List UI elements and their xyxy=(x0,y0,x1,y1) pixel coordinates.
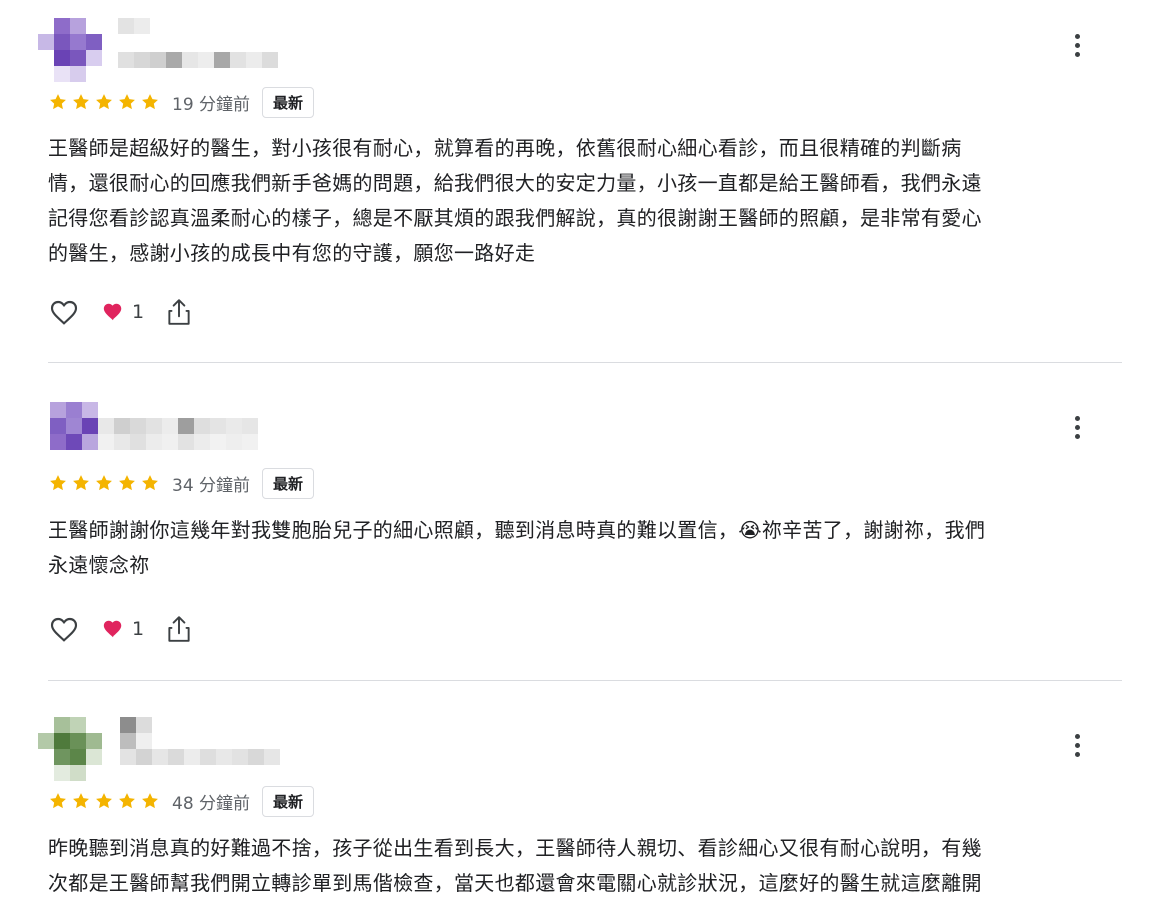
review-time: 48 分鐘前 xyxy=(172,793,251,814)
review-actions: 1 xyxy=(48,612,192,646)
reviewer-name-blurred[interactable] xyxy=(98,418,258,434)
review-text-line: 王醫師謝謝你這幾年對我雙胞胎兒子的細心照顧，聽到消息時真的難以置信，😭祢辛苦了，… xyxy=(48,518,986,542)
review-text-line: 王醫師是超級好的醫生，對小孩很有耐心，就算看的再晚，依舊很耐心細心看診，而且很精… xyxy=(48,136,962,160)
star-rating xyxy=(48,92,160,112)
review-text-line: 昨晚聽到消息真的好難過不捨，孩子從出生看到長大，王醫師待人親切、看診細心又很有耐… xyxy=(48,836,982,860)
newest-badge: 最新 xyxy=(262,86,315,118)
more-vert-icon xyxy=(1074,415,1080,421)
more-options-button[interactable] xyxy=(1066,412,1088,442)
reviewer-name-blurred[interactable] xyxy=(120,717,152,733)
reviewer-meta-blurred xyxy=(120,749,280,765)
rating-row: 34 分鐘前 最新 xyxy=(48,467,315,499)
review-text-line: 次都是王醫師幫我們開立轉診單到馬偕檢查，當天也都還會來電關心就診狀況，這麼好的醫… xyxy=(48,871,982,895)
more-options-button[interactable] xyxy=(1066,30,1088,60)
review-time: 34 分鐘前 xyxy=(172,475,251,496)
avatar[interactable] xyxy=(38,18,102,82)
review-divider xyxy=(48,362,1122,363)
newest-badge: 最新 xyxy=(262,467,315,499)
star-rating xyxy=(48,791,160,811)
star-icon xyxy=(119,475,135,491)
avatar[interactable] xyxy=(38,717,102,781)
more-vert-icon xyxy=(1074,733,1080,739)
reviewer-meta-blurred xyxy=(118,52,278,68)
review-actions: 1 xyxy=(48,295,192,329)
reaction-count: 1 xyxy=(132,618,145,640)
more-vert-icon xyxy=(1074,33,1080,39)
star-icon xyxy=(142,793,158,809)
star-icon xyxy=(50,475,66,491)
review-text: 王醫師謝謝你這幾年對我雙胞胎兒子的細心照顧，聽到消息時真的難以置信，😭祢辛苦了，… xyxy=(48,513,1088,583)
reviewer-name-blurred xyxy=(120,733,152,749)
star-rating xyxy=(48,473,160,493)
star-icon xyxy=(142,475,158,491)
heart-outline-icon[interactable] xyxy=(48,613,80,645)
review-time: 19 分鐘前 xyxy=(172,94,251,115)
star-icon xyxy=(73,94,89,110)
star-icon xyxy=(119,793,135,809)
reaction-summary[interactable]: 1 xyxy=(102,301,144,323)
reviewer-name-blurred[interactable] xyxy=(118,18,166,34)
star-icon xyxy=(50,793,66,809)
reaction-count: 1 xyxy=(132,301,145,323)
review-text-line: 的醫生，感謝小孩的成長中有您的守護，願您一路好走 xyxy=(48,241,536,265)
red-heart-icon xyxy=(103,303,122,321)
review-divider xyxy=(48,680,1122,681)
star-icon xyxy=(96,475,112,491)
reviewer-meta-blurred xyxy=(98,434,258,450)
star-icon xyxy=(96,94,112,110)
star-icon xyxy=(96,793,112,809)
star-icon xyxy=(119,94,135,110)
rating-row: 19 分鐘前 最新 xyxy=(48,86,315,118)
star-icon xyxy=(73,793,89,809)
review-text-line: 永遠懷念祢 xyxy=(48,553,150,577)
star-icon xyxy=(142,94,158,110)
reaction-summary[interactable]: 1 xyxy=(102,618,144,640)
red-heart-icon xyxy=(103,620,122,638)
heart-outline-icon[interactable] xyxy=(48,296,80,328)
star-icon xyxy=(73,475,89,491)
avatar[interactable] xyxy=(50,402,98,450)
more-options-button[interactable] xyxy=(1066,730,1088,760)
newest-badge: 最新 xyxy=(262,785,315,817)
review-text-line: 情，還很耐心的回應我們新手爸媽的問題，給我們很大的安定力量，小孩一直都是給王醫師… xyxy=(48,171,982,195)
rating-row: 48 分鐘前 最新 xyxy=(48,785,315,817)
review-text: 王醫師是超級好的醫生，對小孩很有耐心，就算看的再晚，依舊很耐心細心看診，而且很精… xyxy=(48,131,1088,271)
share-icon[interactable] xyxy=(166,614,192,644)
review-text: 昨晚聽到消息真的好難過不捨，孩子從出生看到長大，王醫師待人親切、看診細心又很有耐… xyxy=(48,831,1088,901)
review-text-line: 記得您看診認真溫柔耐心的樣子，總是不厭其煩的跟我們解說，真的很謝謝王醫師的照顧，… xyxy=(48,206,982,230)
star-icon xyxy=(50,94,66,110)
share-icon[interactable] xyxy=(166,297,192,327)
